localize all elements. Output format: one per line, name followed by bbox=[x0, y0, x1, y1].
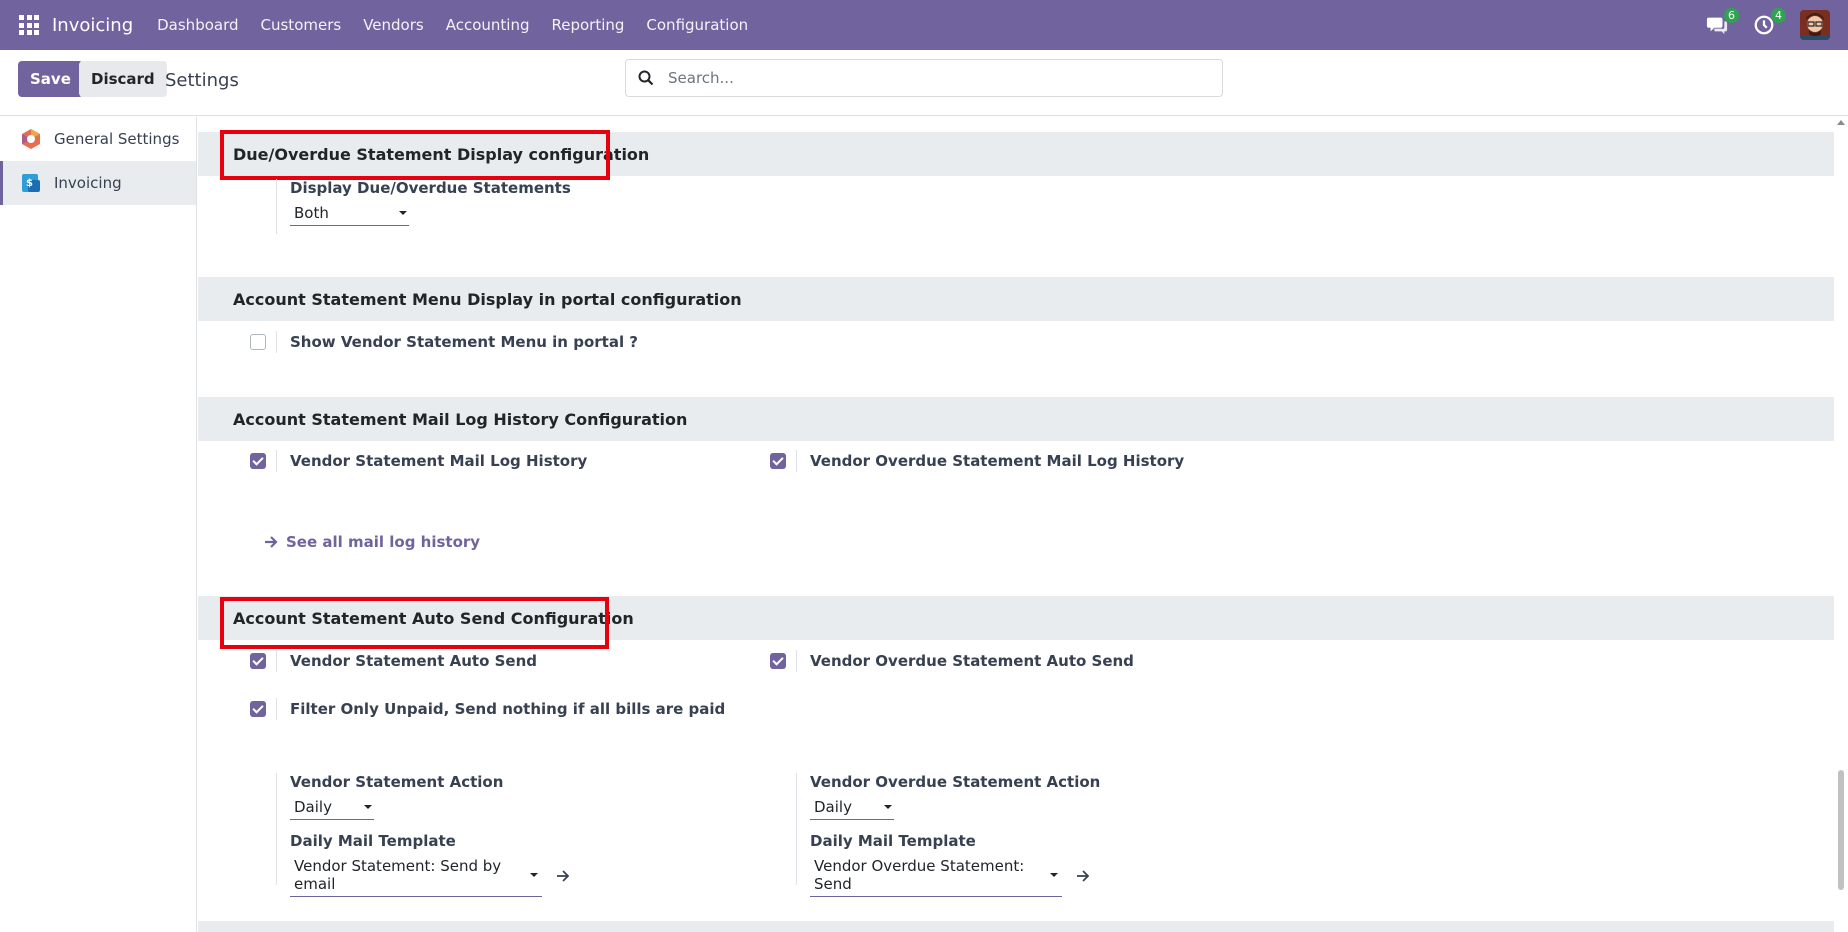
activities-icon[interactable]: 4 bbox=[1753, 8, 1786, 36]
chevron-down-icon bbox=[364, 805, 372, 809]
sidebar-item-invoicing[interactable]: $ Invoicing bbox=[0, 161, 196, 205]
section-header-menu-portal: Account Statement Menu Display in portal… bbox=[198, 277, 1834, 321]
messages-icon[interactable]: 6 bbox=[1706, 8, 1739, 36]
setting-show-vendor-menu: Show Vendor Statement Menu in portal ? bbox=[276, 331, 638, 353]
field-label: Display Due/Overdue Statements bbox=[290, 179, 571, 197]
filter-unpaid-checkbox[interactable] bbox=[250, 701, 266, 717]
page-title: Settings bbox=[165, 70, 239, 91]
highlight-box bbox=[220, 597, 609, 649]
show-vendor-menu-checkbox[interactable] bbox=[250, 334, 266, 350]
menu-reporting[interactable]: Reporting bbox=[551, 16, 624, 34]
menu-dashboard[interactable]: Dashboard bbox=[157, 16, 238, 34]
content-scrollbar[interactable] bbox=[1834, 117, 1848, 932]
app-brand[interactable]: Invoicing bbox=[52, 15, 133, 36]
vendor-overdue-mail-log-checkbox[interactable] bbox=[770, 453, 786, 469]
select-value: Vendor Statement: Send by email bbox=[294, 857, 502, 893]
setting-vendor-overdue-mail-log: Vendor Overdue Statement Mail Log Histor… bbox=[796, 450, 1184, 472]
arrow-right-icon bbox=[265, 536, 278, 548]
search-box[interactable] bbox=[625, 59, 1223, 97]
scrollbar-thumb[interactable] bbox=[1838, 770, 1844, 890]
menu-configuration[interactable]: Configuration bbox=[646, 16, 748, 34]
menu-accounting[interactable]: Accounting bbox=[446, 16, 530, 34]
checkbox-label: Filter Only Unpaid, Send nothing if all … bbox=[290, 700, 726, 718]
svg-text:$: $ bbox=[26, 178, 33, 189]
field-label: Vendor Statement Action bbox=[290, 773, 504, 791]
section-title: Account Statement Menu Display in portal… bbox=[233, 289, 742, 309]
setting-vendor-auto-send: Vendor Statement Auto Send bbox=[276, 650, 537, 672]
arrow-right-icon[interactable] bbox=[1076, 869, 1090, 883]
settings-sidebar: General Settings $ Invoicing bbox=[0, 117, 197, 932]
select-value: Daily bbox=[294, 798, 332, 816]
invoicing-icon: $ bbox=[22, 174, 40, 192]
sidebar-item-label: Invoicing bbox=[54, 174, 122, 192]
save-button[interactable]: Save bbox=[18, 61, 83, 97]
chevron-down-icon bbox=[530, 873, 538, 877]
select-value: Both bbox=[294, 204, 329, 222]
display-statements-select[interactable]: Both bbox=[290, 202, 409, 226]
field-label: Vendor Overdue Statement Action bbox=[810, 773, 1101, 791]
vendor-overdue-action-select[interactable]: Daily bbox=[810, 796, 894, 820]
sidebar-item-general-settings[interactable]: General Settings bbox=[0, 117, 196, 161]
highlight-box bbox=[220, 130, 610, 180]
checkbox-label: Vendor Overdue Statement Auto Send bbox=[810, 652, 1134, 670]
setting-display-due-overdue: Display Due/Overdue Statements Both bbox=[276, 179, 571, 234]
menu-vendors[interactable]: Vendors bbox=[363, 16, 424, 34]
control-panel: Save Discard Settings bbox=[0, 50, 1848, 116]
vendor-auto-send-checkbox[interactable] bbox=[250, 653, 266, 669]
top-navbar: Invoicing Dashboard Customers Vendors Ac… bbox=[0, 0, 1848, 50]
chevron-down-icon bbox=[884, 805, 892, 809]
vendor-overdue-auto-send-checkbox[interactable] bbox=[770, 653, 786, 669]
setting-vendor-overdue-action: Vendor Overdue Statement Action Daily Da… bbox=[796, 773, 1101, 897]
checkbox-label: Vendor Statement Auto Send bbox=[290, 652, 537, 670]
chevron-down-icon bbox=[1050, 873, 1058, 877]
see-mail-log-link[interactable]: See all mail log history bbox=[264, 533, 480, 551]
app-menu-icon[interactable] bbox=[19, 15, 39, 35]
systray: 6 4 bbox=[1706, 0, 1848, 50]
section-title: Account Statement Mail Log History Confi… bbox=[233, 409, 688, 429]
sidebar-item-label: General Settings bbox=[54, 130, 180, 148]
checkbox-label: Vendor Statement Mail Log History bbox=[290, 452, 588, 470]
checkbox-label: Show Vendor Statement Menu in portal ? bbox=[290, 333, 639, 351]
discard-button[interactable]: Discard bbox=[79, 61, 167, 97]
vendor-action-select[interactable]: Daily bbox=[290, 796, 374, 820]
section-header-next bbox=[198, 921, 1834, 932]
field-label: Daily Mail Template bbox=[810, 832, 976, 850]
scroll-up-icon[interactable] bbox=[1837, 120, 1845, 125]
select-value: Vendor Overdue Statement: Send bbox=[814, 857, 1025, 893]
menu-customers[interactable]: Customers bbox=[261, 16, 342, 34]
setting-filter-unpaid: Filter Only Unpaid, Send nothing if all … bbox=[276, 698, 725, 720]
messages-badge: 6 bbox=[1724, 8, 1739, 23]
odoo-icon bbox=[22, 129, 40, 149]
vendor-overdue-template-select[interactable]: Vendor Overdue Statement: Send bbox=[810, 855, 1062, 897]
setting-vendor-mail-log: Vendor Statement Mail Log History bbox=[276, 450, 587, 472]
arrow-right-icon[interactable] bbox=[556, 869, 570, 883]
vendor-template-select[interactable]: Vendor Statement: Send by email bbox=[290, 855, 542, 897]
field-label: Daily Mail Template bbox=[290, 832, 456, 850]
select-value: Daily bbox=[814, 798, 852, 816]
activities-badge: 4 bbox=[1771, 8, 1786, 23]
vendor-mail-log-checkbox[interactable] bbox=[250, 453, 266, 469]
section-header-mail-log: Account Statement Mail Log History Confi… bbox=[198, 397, 1834, 441]
setting-vendor-statement-action: Vendor Statement Action Daily Daily Mail… bbox=[276, 773, 570, 897]
search-input[interactable] bbox=[668, 69, 1188, 87]
search-icon bbox=[638, 70, 654, 86]
setting-vendor-overdue-auto-send: Vendor Overdue Statement Auto Send bbox=[796, 650, 1134, 672]
chevron-down-icon bbox=[399, 211, 407, 215]
user-avatar[interactable] bbox=[1800, 10, 1830, 40]
settings-content: Due/Overdue Statement Display configurat… bbox=[198, 117, 1834, 932]
checkbox-label: Vendor Overdue Statement Mail Log Histor… bbox=[810, 452, 1185, 470]
